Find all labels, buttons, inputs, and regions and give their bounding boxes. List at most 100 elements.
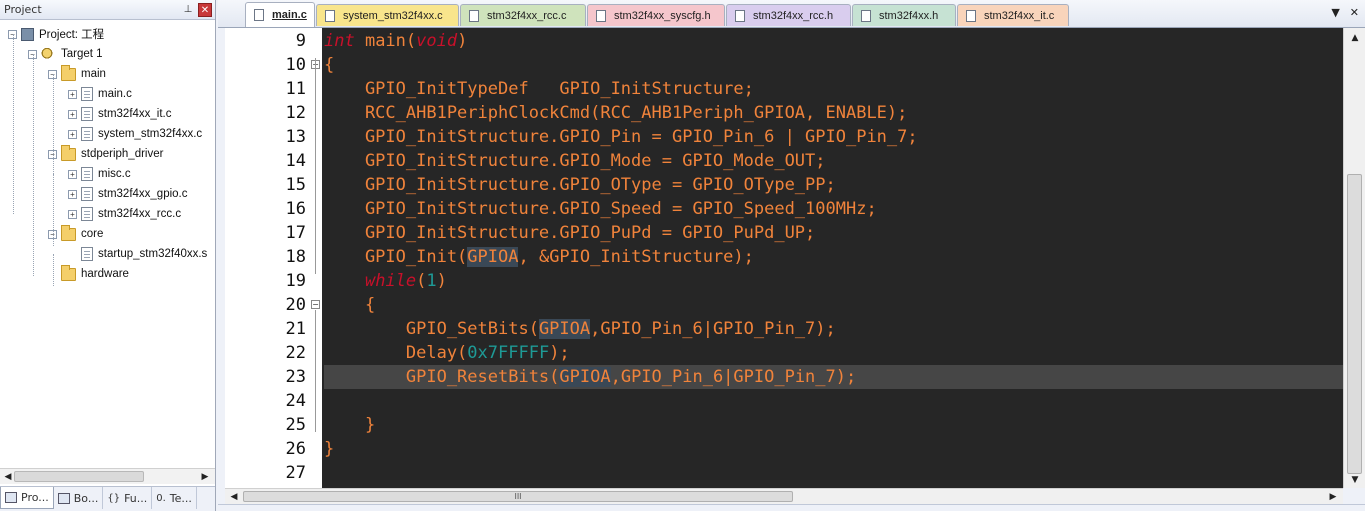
project-panel: Project ⊥ ✕ − Project: 工程 − Target 1− main + m…	[0, 0, 216, 511]
scroll-left-arrow-icon[interactable]: ◀	[2, 471, 14, 483]
expand-icon[interactable]: +	[68, 89, 77, 99]
tree-item[interactable]: + system_stm32f4xx.c	[68, 124, 202, 144]
code-text: }	[324, 415, 376, 435]
scroll-down-arrow-icon[interactable]: ▼	[1349, 474, 1361, 486]
code-line[interactable]: }	[324, 437, 334, 461]
code-line[interactable]: GPIO_InitStructure.GPIO_Speed = GPIO_Spe…	[324, 197, 877, 221]
tree-item[interactable]: + stm32f4xx_gpio.c	[68, 184, 188, 204]
line-number: 14	[285, 151, 306, 171]
code-line[interactable]: while(1)	[324, 269, 447, 293]
scroll-right-arrow-icon[interactable]: ▶	[199, 471, 211, 483]
horizontal-scroll-thumb[interactable]: III	[243, 491, 793, 502]
tree-item-label: main.c	[98, 88, 132, 100]
number-token: 0x7FFFFF	[467, 343, 550, 363]
panel-tab[interactable]: 0. Te...	[152, 487, 197, 509]
keyword-token: int	[324, 31, 355, 51]
project-tab-icon	[5, 492, 17, 503]
code-line[interactable]: Delay(0x7FFFFF);	[324, 341, 570, 365]
tree-item[interactable]: + misc.c	[68, 164, 131, 184]
editor-tab[interactable]: stm32f4xx_it.c	[957, 4, 1069, 26]
tree-item[interactable]: + stm32f4xx_it.c	[68, 104, 172, 124]
tree-item-label: system_stm32f4xx.c	[98, 128, 203, 140]
expand-icon[interactable]: +	[68, 169, 77, 179]
code-line[interactable]: GPIO_InitStructure.GPIO_Mode = GPIO_Mode…	[324, 149, 826, 173]
code-line[interactable]: {	[324, 53, 334, 77]
editor-tab[interactable]: stm32f4xx_rcc.c	[460, 4, 586, 26]
pin-icon[interactable]: ⊥	[181, 3, 195, 17]
line-number: 19	[285, 271, 306, 291]
code-line[interactable]: {	[324, 293, 375, 317]
scroll-right-arrow-icon[interactable]: ▶	[1327, 491, 1339, 503]
code-line[interactable]: GPIO_InitStructure.GPIO_PuPd = GPIO_PuPd…	[324, 221, 815, 245]
close-tab-icon[interactable]: ✕	[1350, 6, 1359, 19]
code-line[interactable]: GPIO_InitTypeDef GPIO_InitStructure;	[324, 77, 754, 101]
editor-tab[interactable]: system_stm32f4xx.c	[316, 4, 459, 26]
expand-icon[interactable]: +	[68, 129, 77, 139]
editor-tab-label: stm32f4xx_it.c	[984, 9, 1055, 22]
code-line[interactable]: int main(void)	[324, 29, 467, 53]
scroll-up-arrow-icon[interactable]: ▲	[1349, 32, 1361, 44]
vertical-scroll-thumb[interactable]	[1347, 174, 1362, 474]
editor-tab[interactable]: stm32f4xx_syscfg.h	[587, 4, 725, 26]
expand-icon[interactable]: +	[68, 189, 77, 199]
tree-item[interactable]: − main	[48, 64, 106, 84]
code-text: GPIO_Init(	[324, 247, 468, 267]
editor-tab[interactable]: stm32f4xx.h	[852, 4, 956, 26]
tree-item[interactable]: − core	[48, 224, 103, 244]
line-number: 9	[295, 31, 306, 51]
project-horizontal-scrollbar[interactable]: ◀ ▶	[0, 468, 215, 484]
line-number: 16	[285, 199, 306, 219]
tree-item[interactable]: − stdperiph_driver	[48, 144, 163, 164]
code-line[interactable]: GPIO_Init(GPIOA, &GPIO_InitStructure);	[324, 245, 754, 269]
tab-list-dropdown-icon[interactable]: ▼	[1331, 6, 1339, 19]
panel-tab[interactable]: Bo...	[54, 487, 104, 509]
editor-horizontal-scrollbar[interactable]: ◀ III ▶	[225, 488, 1343, 504]
code-line[interactable]: GPIO_SetBits(GPIOA,GPIO_Pin_6|GPIO_Pin_7…	[324, 317, 836, 341]
tree-item[interactable]: − Project: 工程	[8, 24, 104, 44]
panel-tab-label: Fu...	[124, 491, 148, 505]
code-text: RCC_AHB1PeriphClockCmd(RCC_AHB1Periph_GP…	[324, 103, 908, 123]
tree-connector	[53, 174, 54, 246]
tree-item[interactable]: hardware	[48, 264, 129, 284]
panel-tab[interactable]: {} Fu...	[103, 487, 153, 509]
project-panel-title: Project	[4, 3, 42, 16]
tree-item[interactable]: startup_stm32f40xx.s	[68, 244, 207, 264]
expand-icon[interactable]: +	[68, 109, 77, 119]
code-text: GPIO_InitStructure.GPIO_Mode = GPIO_Mode…	[324, 151, 826, 171]
code-line[interactable]: }	[324, 413, 375, 437]
line-number: 23	[285, 367, 306, 387]
code-line[interactable]: GPIO_InitStructure.GPIO_OType = GPIO_OTy…	[324, 173, 836, 197]
panel-tab[interactable]: Pro...	[0, 487, 54, 509]
fold-guide-line	[315, 58, 316, 274]
current-code-line[interactable]: GPIO_ResetBits(GPIOA,GPIO_Pin_6|GPIO_Pin…	[324, 365, 1343, 389]
close-icon[interactable]: ✕	[198, 2, 212, 17]
fold-guide-line	[315, 310, 316, 432]
file-icon	[81, 127, 93, 141]
file-icon	[81, 167, 93, 181]
editor-vertical-scrollbar[interactable]: ▲ ▼	[1343, 28, 1365, 488]
code-text: GPIO_InitStructure.GPIO_PuPd = GPIO_PuPd…	[324, 223, 816, 243]
editor-tab-bar: main.c system_stm32f4xx.c stm32f4xx_rcc.c s…	[218, 0, 1365, 28]
line-number: 25	[285, 415, 306, 435]
code-area[interactable]: int main(void){ GPIO_InitTypeDef GPIO_In…	[324, 28, 1343, 488]
tree-item[interactable]: + stm32f4xx_rcc.c	[68, 204, 181, 224]
project-tree: − Project: 工程 − Target 1− main + main.c + stm32f…	[0, 22, 215, 468]
folder-icon	[61, 224, 76, 241]
code-line[interactable]: GPIO_InitStructure.GPIO_Pin = GPIO_Pin_6…	[324, 125, 918, 149]
tree-item-label: hardware	[81, 268, 129, 280]
code-line[interactable]: RCC_AHB1PeriphClockCmd(RCC_AHB1Periph_GP…	[324, 101, 907, 125]
fold-toggle-icon[interactable]: −	[311, 300, 320, 309]
code-text: main(	[354, 31, 417, 51]
editor-tab[interactable]: stm32f4xx_rcc.h	[726, 4, 851, 26]
books-tab-icon	[57, 492, 70, 504]
expand-icon[interactable]: +	[68, 209, 77, 219]
tree-item[interactable]: − Target 1	[28, 44, 103, 64]
editor-tab[interactable]: main.c	[245, 2, 315, 27]
scroll-thumb[interactable]	[14, 471, 144, 482]
code-editor[interactable]: 9 10 11 12 13 14 15 16 17 18 19 20 21 22 23 24 25 26 27 in…	[225, 28, 1343, 488]
scroll-left-arrow-icon[interactable]: ◀	[228, 491, 240, 503]
tree-item[interactable]: + main.c	[68, 84, 132, 104]
target-icon	[41, 47, 56, 61]
